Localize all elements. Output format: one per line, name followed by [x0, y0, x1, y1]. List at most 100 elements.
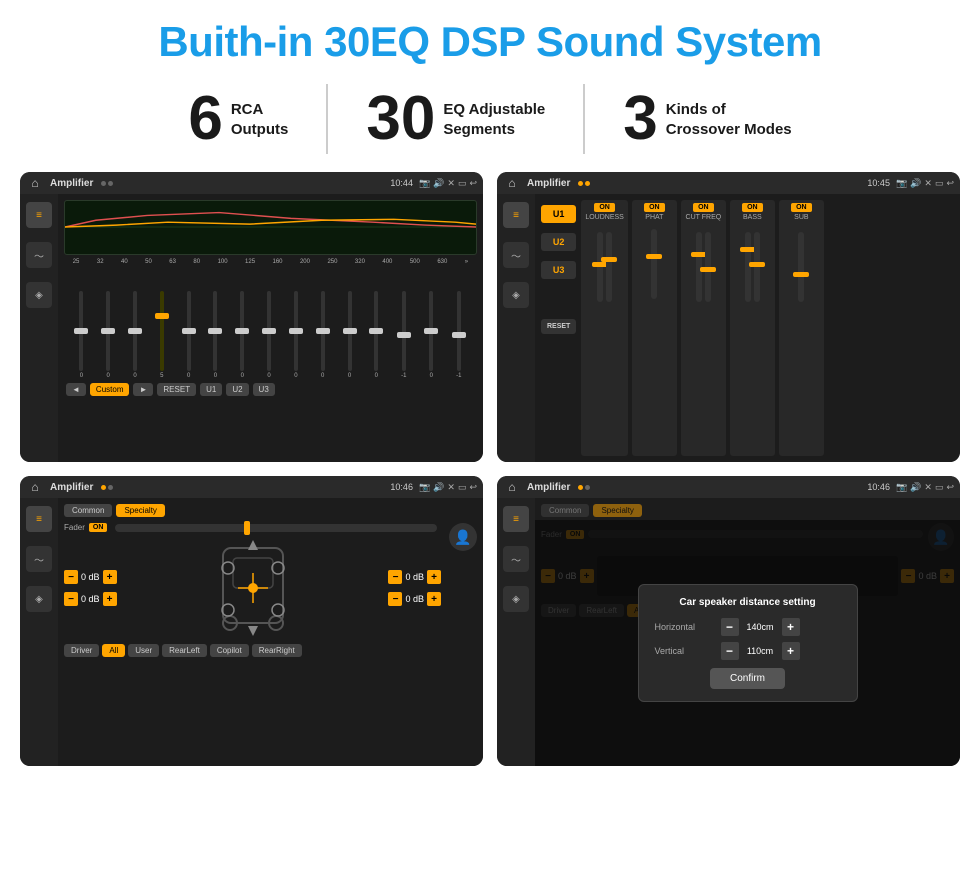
u3-btn[interactable]: U3	[541, 261, 576, 279]
eq-slider-13[interactable]: 0	[429, 291, 433, 379]
sidebar-eq-icon-2[interactable]: ≡	[503, 202, 529, 228]
eq-graph	[64, 200, 477, 255]
copilot-btn[interactable]: Copilot	[210, 644, 249, 657]
eq-slider-7[interactable]: 0	[267, 291, 271, 379]
vol-fl-plus[interactable]: +	[103, 570, 117, 584]
loudness-slider1[interactable]	[597, 232, 603, 302]
vol-fr-plus[interactable]: +	[427, 570, 441, 584]
eq-slider-9[interactable]: 0	[321, 291, 325, 379]
bass-slider1[interactable]	[745, 232, 751, 302]
camera-icon-4: 📷	[896, 482, 907, 493]
tab-common-4[interactable]: Common	[541, 504, 589, 517]
stat-number-30: 30	[366, 88, 435, 150]
vol-rr-plus[interactable]: +	[427, 592, 441, 606]
eq-reset-btn[interactable]: RESET	[157, 383, 196, 396]
horizontal-minus[interactable]: −	[721, 618, 739, 636]
horizontal-value: 140cm	[743, 622, 778, 632]
eq-slider-2[interactable]: 0	[133, 291, 137, 379]
eq-u2-btn[interactable]: U2	[226, 383, 248, 396]
back-icon-3[interactable]: ↩	[469, 482, 477, 493]
eq-play-btn[interactable]: ►	[133, 383, 153, 396]
bass-sliders	[745, 224, 760, 304]
sidebar-wave-icon-4[interactable]: 〜	[503, 546, 529, 572]
sidebar-vol-icon-4[interactable]: ◈	[503, 586, 529, 612]
vertical-plus[interactable]: +	[782, 642, 800, 660]
sidebar-wave-icon-2[interactable]: 〜	[503, 242, 529, 268]
volume-icon-4: 🔊	[910, 482, 921, 493]
u1-btn[interactable]: U1	[541, 205, 576, 223]
vol-rl-plus[interactable]: +	[103, 592, 117, 606]
tab-specialty-4[interactable]: Specialty	[593, 504, 641, 517]
vol-fr-minus[interactable]: −	[388, 570, 402, 584]
eq-custom-btn[interactable]: Custom	[90, 383, 130, 396]
screen4-time: 10:46	[867, 482, 890, 492]
eq-u3-btn[interactable]: U3	[253, 383, 275, 396]
tab-specialty-3[interactable]: Specialty	[116, 504, 164, 517]
vol-rr-minus[interactable]: −	[388, 592, 402, 606]
sidebar-vol-icon-2[interactable]: ◈	[503, 282, 529, 308]
back-icon-1[interactable]: ↩	[469, 178, 477, 189]
eq-slider-5[interactable]: 0	[213, 291, 217, 379]
sidebar-wave-icon[interactable]: 〜	[26, 242, 52, 268]
u2-btn[interactable]: U2	[541, 233, 576, 251]
cutfreq-on[interactable]: ON	[693, 203, 714, 212]
loudness-slider2[interactable]	[606, 232, 612, 302]
vol-rl-minus[interactable]: −	[64, 592, 78, 606]
eq-slider-1[interactable]: 0	[106, 291, 110, 379]
home-icon-3[interactable]: ⌂	[26, 478, 44, 496]
home-icon-2[interactable]: ⌂	[503, 174, 521, 192]
eq-slider-0[interactable]: 0	[79, 291, 83, 379]
sidebar-eq-icon-4[interactable]: ≡	[503, 506, 529, 532]
dot-1	[101, 181, 106, 186]
sidebar-eq-icon[interactable]: ≡	[26, 202, 52, 228]
back-icon-4[interactable]: ↩	[946, 482, 954, 493]
fader-on-badge[interactable]: ON	[89, 523, 108, 532]
all-btn[interactable]: All	[102, 644, 125, 657]
rear-left-btn[interactable]: RearLeft	[162, 644, 207, 657]
horizontal-plus[interactable]: +	[782, 618, 800, 636]
tab-common-3[interactable]: Common	[64, 504, 112, 517]
eq-slider-4[interactable]: 0	[187, 291, 191, 379]
sidebar-vol-icon-3[interactable]: ◈	[26, 586, 52, 612]
confirm-button[interactable]: Confirm	[710, 668, 785, 689]
vertical-stepper: − 110cm +	[721, 642, 800, 660]
vol-fl-minus[interactable]: −	[64, 570, 78, 584]
left-volumes: − 0 dB + − 0 dB +	[64, 570, 117, 606]
loudness-on[interactable]: ON	[594, 203, 615, 212]
eq-slider-6[interactable]: 0	[240, 291, 244, 379]
home-icon-1[interactable]: ⌂	[26, 174, 44, 192]
sidebar-eq-icon-3[interactable]: ≡	[26, 506, 52, 532]
rear-right-btn[interactable]: RearRight	[252, 644, 302, 657]
vertical-minus[interactable]: −	[721, 642, 739, 660]
dot-4b	[585, 485, 590, 490]
back-icon-2[interactable]: ↩	[946, 178, 954, 189]
bass-slider2[interactable]	[754, 232, 760, 302]
stat-label-crossover-line1: Kinds of	[666, 100, 792, 120]
volume-icon-1: 🔊	[433, 178, 444, 189]
phat-on[interactable]: ON	[644, 203, 665, 212]
eq-slider-3[interactable]: 5	[160, 291, 164, 379]
phat-slider[interactable]	[651, 229, 657, 299]
sub-on[interactable]: ON	[791, 203, 812, 212]
eq-slider-8[interactable]: 0	[294, 291, 298, 379]
home-icon-4[interactable]: ⌂	[503, 478, 521, 496]
eq-u1-btn[interactable]: U1	[200, 383, 222, 396]
vol-fl: − 0 dB +	[64, 570, 117, 584]
reset-btn[interactable]: RESET	[541, 319, 576, 334]
fader-track[interactable]	[115, 524, 437, 532]
eq-slider-14[interactable]: -1	[456, 291, 461, 379]
loudness-sliders	[597, 224, 612, 304]
user-btn[interactable]: User	[128, 644, 159, 657]
camera-icon-1: 📷	[419, 178, 430, 189]
eq-slider-12[interactable]: -1	[401, 291, 406, 379]
eq-prev-btn[interactable]: ◄	[66, 383, 86, 396]
bass-on[interactable]: ON	[742, 203, 763, 212]
fader-handle[interactable]	[244, 521, 250, 535]
cutfreq-slider2[interactable]	[705, 232, 711, 302]
eq-slider-11[interactable]: 0	[374, 291, 378, 379]
driver-btn[interactable]: Driver	[64, 644, 99, 657]
sub-slider[interactable]	[798, 232, 804, 302]
sidebar-vol-icon[interactable]: ◈	[26, 282, 52, 308]
sidebar-wave-icon-3[interactable]: 〜	[26, 546, 52, 572]
eq-slider-10[interactable]: 0	[348, 291, 352, 379]
